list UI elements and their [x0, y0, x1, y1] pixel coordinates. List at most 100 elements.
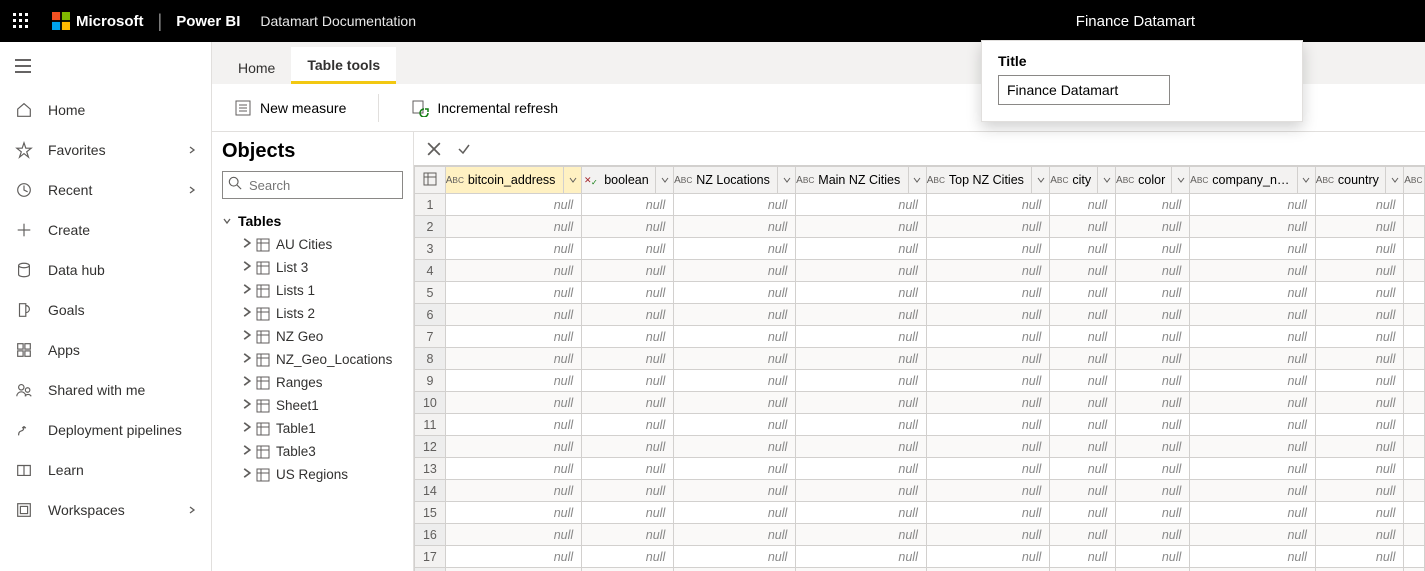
row-header[interactable]: 8 — [415, 348, 446, 370]
column-header[interactable]: ABCbitcoin_address — [445, 167, 581, 194]
grid-cell[interactable]: null — [1315, 568, 1403, 571]
grid-cell[interactable] — [1404, 436, 1425, 458]
column-filter-dropdown[interactable] — [1031, 167, 1049, 193]
grid-cell[interactable]: null — [445, 546, 581, 568]
grid-cell[interactable]: null — [674, 238, 796, 260]
grid-cell[interactable]: null — [926, 282, 1049, 304]
column-header[interactable]: ABCcountry — [1315, 167, 1403, 194]
grid-cell[interactable]: null — [796, 568, 927, 571]
grid-cell[interactable]: null — [582, 524, 674, 546]
grid-cell[interactable]: null — [1315, 216, 1403, 238]
grid-cell[interactable]: null — [796, 414, 927, 436]
grid-cell[interactable]: null — [674, 260, 796, 282]
grid-cell[interactable]: null — [796, 216, 927, 238]
grid-cell[interactable]: null — [1315, 370, 1403, 392]
grid-cell[interactable]: null — [1050, 348, 1116, 370]
grid-cell[interactable]: null — [926, 480, 1049, 502]
grid-cell[interactable]: null — [674, 392, 796, 414]
grid-cell[interactable]: null — [1190, 458, 1316, 480]
grid-cell[interactable]: null — [1116, 458, 1190, 480]
grid-cell[interactable]: null — [1190, 216, 1316, 238]
grid-cell[interactable]: null — [1190, 414, 1316, 436]
grid-cell[interactable]: null — [674, 326, 796, 348]
grid-cell[interactable]: null — [1315, 524, 1403, 546]
row-header[interactable]: 17 — [415, 546, 446, 568]
grid-cell[interactable]: null — [445, 238, 581, 260]
grid-cell[interactable]: null — [796, 392, 927, 414]
grid-cell[interactable]: null — [582, 370, 674, 392]
grid-cell[interactable]: null — [1315, 546, 1403, 568]
grid-cell[interactable]: null — [1190, 326, 1316, 348]
grid-cell[interactable]: null — [926, 414, 1049, 436]
grid-cell[interactable]: null — [582, 414, 674, 436]
grid-cell[interactable]: null — [1315, 194, 1403, 216]
grid-cell[interactable]: null — [796, 370, 927, 392]
grid-cell[interactable]: null — [582, 216, 674, 238]
cancel-formula-button[interactable] — [420, 136, 448, 162]
grid-cell[interactable] — [1404, 458, 1425, 480]
grid-cell[interactable]: null — [674, 546, 796, 568]
commit-formula-button[interactable] — [450, 136, 478, 162]
grid-cell[interactable] — [1404, 260, 1425, 282]
grid-cell[interactable]: null — [1190, 194, 1316, 216]
column-filter-dropdown[interactable] — [1097, 167, 1115, 193]
grid-cell[interactable]: null — [796, 546, 927, 568]
grid-cell[interactable]: null — [674, 216, 796, 238]
grid-cell[interactable]: null — [1116, 436, 1190, 458]
column-header[interactable]: ABCNZ Locations — [674, 167, 796, 194]
grid-cell[interactable]: null — [926, 546, 1049, 568]
grid-cell[interactable]: null — [796, 436, 927, 458]
grid-cell[interactable]: null — [1315, 282, 1403, 304]
grid-cell[interactable]: null — [674, 370, 796, 392]
grid-cell[interactable]: null — [1315, 458, 1403, 480]
new-measure-button[interactable]: New measure — [226, 93, 354, 123]
tab-home[interactable]: Home — [222, 50, 291, 84]
grid-cell[interactable]: null — [582, 436, 674, 458]
grid-cell[interactable]: null — [445, 392, 581, 414]
grid-cell[interactable]: null — [1116, 546, 1190, 568]
grid-cell[interactable]: null — [926, 260, 1049, 282]
grid-cell[interactable]: null — [1190, 260, 1316, 282]
grid-cell[interactable]: null — [445, 414, 581, 436]
grid-cell[interactable]: null — [1050, 370, 1116, 392]
grid-cell[interactable]: null — [926, 502, 1049, 524]
grid-cell[interactable]: null — [582, 304, 674, 326]
grid-cell[interactable]: null — [1116, 502, 1190, 524]
grid-cell[interactable]: null — [796, 502, 927, 524]
grid-cell[interactable]: null — [796, 326, 927, 348]
grid-cell[interactable]: null — [1116, 216, 1190, 238]
row-header[interactable]: 11 — [415, 414, 446, 436]
grid-cell[interactable]: null — [582, 326, 674, 348]
grid-cell[interactable]: null — [1315, 392, 1403, 414]
grid-cell[interactable] — [1404, 524, 1425, 546]
row-header[interactable]: 1 — [415, 194, 446, 216]
grid-cell[interactable]: null — [1190, 480, 1316, 502]
grid-cell[interactable]: null — [926, 304, 1049, 326]
grid-cell[interactable]: null — [926, 392, 1049, 414]
grid-cell[interactable] — [1404, 326, 1425, 348]
grid-cell[interactable] — [1404, 370, 1425, 392]
column-filter-dropdown[interactable] — [1171, 167, 1189, 193]
grid-cell[interactable] — [1404, 304, 1425, 326]
column-header[interactable]: ABCcolor — [1116, 167, 1190, 194]
grid-cell[interactable]: null — [1050, 326, 1116, 348]
column-filter-dropdown[interactable] — [655, 167, 673, 193]
grid-cell[interactable] — [1404, 216, 1425, 238]
nav-item-create[interactable]: Create — [0, 210, 211, 250]
grid-cell[interactable]: null — [926, 194, 1049, 216]
grid-cell[interactable]: null — [674, 348, 796, 370]
table-item[interactable]: US Regions — [222, 463, 403, 486]
table-item[interactable]: List 3 — [222, 256, 403, 279]
grid-cell[interactable]: null — [1050, 216, 1116, 238]
grid-cell[interactable]: null — [674, 458, 796, 480]
grid-cell[interactable]: null — [1190, 502, 1316, 524]
grid-cell[interactable]: null — [582, 546, 674, 568]
column-filter-dropdown[interactable] — [1297, 167, 1315, 193]
grid-cell[interactable]: null — [674, 568, 796, 571]
data-grid[interactable]: ABCbitcoin_address✕✓booleanABCNZ Locatio… — [414, 166, 1425, 571]
table-item[interactable]: NZ Geo — [222, 325, 403, 348]
grid-cell[interactable]: null — [1315, 480, 1403, 502]
tables-group-header[interactable]: Tables — [222, 209, 403, 233]
grid-cell[interactable] — [1404, 502, 1425, 524]
grid-cell[interactable]: null — [1315, 502, 1403, 524]
